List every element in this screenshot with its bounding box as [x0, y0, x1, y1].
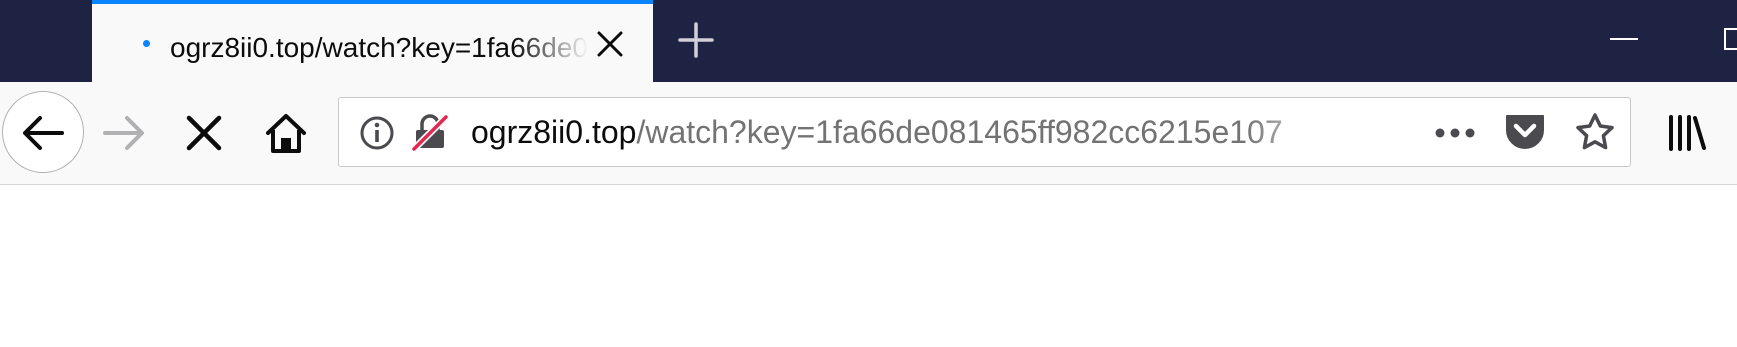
back-arrow-icon [23, 116, 64, 150]
library-icon[interactable] [1667, 113, 1707, 153]
loading-dot-icon [143, 40, 150, 47]
maximize-icon[interactable] [1722, 26, 1737, 52]
bookmark-star-icon[interactable] [1574, 112, 1616, 152]
back-button[interactable] [2, 91, 84, 173]
navigation-toolbar: ogrz8ii0.top/watch?key=1fa66de081465ff98… [0, 82, 1737, 185]
url-path: /watch?key=1fa66de081465ff982cc6215e107 [636, 114, 1283, 150]
stop-icon[interactable] [184, 113, 224, 153]
page-actions-icon[interactable] [1434, 126, 1476, 140]
insecure-lock-icon[interactable] [411, 113, 449, 151]
home-icon[interactable] [264, 111, 308, 155]
url-domain: ogrz8ii0.top [471, 114, 637, 150]
forward-arrow-icon[interactable] [101, 113, 147, 153]
minimize-icon[interactable] [1606, 29, 1642, 49]
pocket-icon[interactable] [1504, 111, 1546, 151]
active-tab[interactable]: ogrz8ii0.top/watch?key=1fa66de081465ff98… [92, 0, 653, 83]
tab-title: ogrz8ii0.top/watch?key=1fa66de081465ff98… [170, 32, 588, 63]
info-icon[interactable] [359, 115, 395, 151]
plus-icon[interactable] [676, 20, 716, 60]
title-bar: ogrz8ii0.top/watch?key=1fa66de081465ff98… [0, 0, 1737, 83]
url-bar[interactable]: ogrz8ii0.top/watch?key=1fa66de081465ff98… [338, 97, 1631, 167]
url-text[interactable]: ogrz8ii0.top/watch?key=1fa66de081465ff98… [471, 110, 1351, 154]
close-icon[interactable] [594, 28, 626, 60]
page-content [0, 185, 1737, 347]
